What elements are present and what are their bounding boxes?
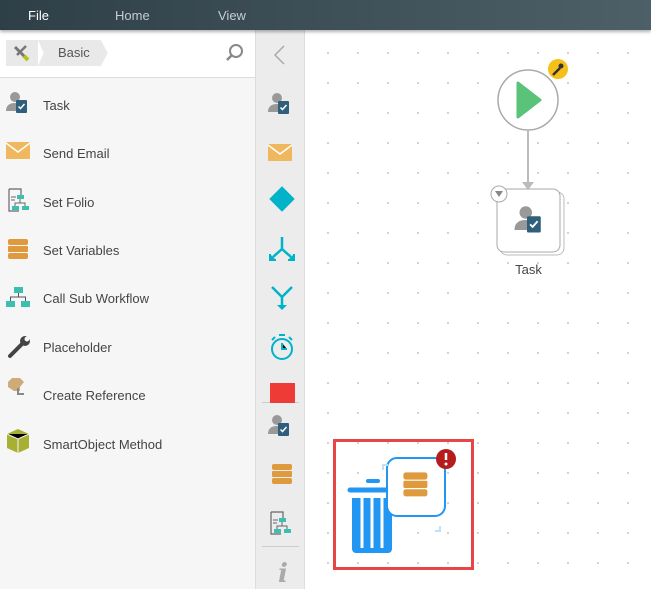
collapse-chevron-icon[interactable] [270,44,290,66]
toolbox-item-create-reference[interactable]: Create Reference [0,371,255,419]
toolbox-item-set-variables[interactable]: Set Variables [0,226,255,274]
item-label: Placeholder [43,339,112,355]
toolbox-item-send-email[interactable]: Send Email [0,129,255,177]
item-label: Create Reference [43,387,146,403]
menu-home[interactable]: Home [115,8,150,23]
item-label: Set Folio [43,194,95,210]
toolbox-item-task[interactable]: Task [0,81,255,129]
toolbox-item-smartobject-method[interactable]: SmartObject Method [0,420,255,468]
toolbox-item-placeholder[interactable]: Placeholder [0,323,255,371]
task-node-label: Task [515,262,542,277]
item-label: Send Email [43,145,110,161]
item-label: Task [43,97,70,113]
toolbox-item-call-sub-workflow[interactable]: Call Sub Workflow [0,274,255,322]
menu-bar: File Home View [0,0,651,30]
workflow-canvas[interactable] [305,30,651,589]
menu-file[interactable]: File [28,8,49,23]
search-icon[interactable] [225,43,245,63]
breadcrumb-basic[interactable]: Basic [38,40,108,66]
toolbox-strip [256,30,305,589]
tools-breadcrumb[interactable] [6,40,38,66]
toolbox-header: Basic [0,30,255,78]
item-label: Set Variables [43,242,120,258]
item-label: SmartObject Method [43,436,163,452]
toolbox-item-set-folio[interactable]: Set Folio [0,178,255,226]
tools-icon [13,45,30,62]
item-label: Call Sub Workflow [43,290,149,306]
menu-view[interactable]: View [218,8,246,23]
